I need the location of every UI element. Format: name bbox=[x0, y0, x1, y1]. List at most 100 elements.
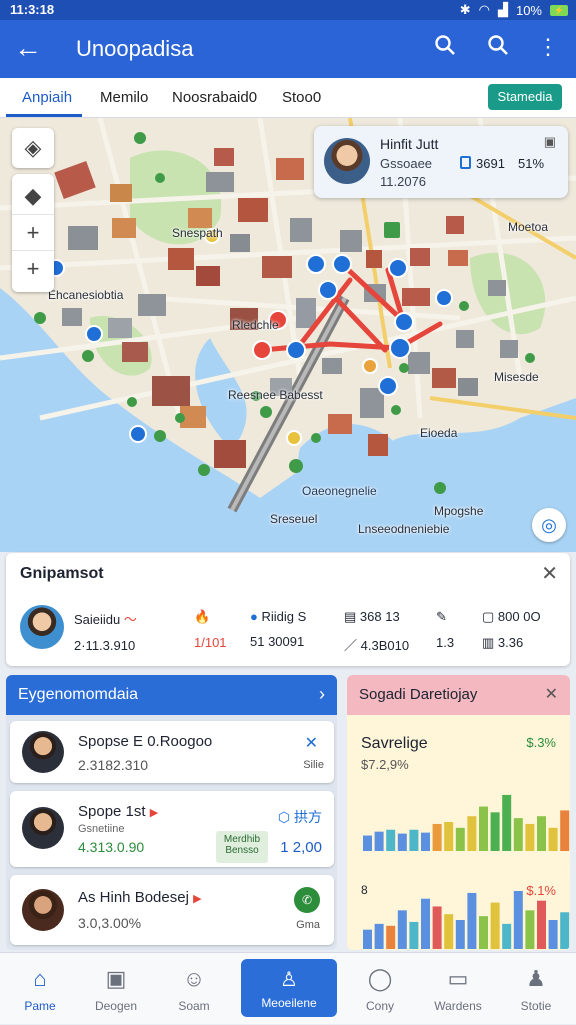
list-item-action[interactable]: Silie bbox=[303, 759, 324, 771]
map-label: Reesnee Babesst bbox=[228, 388, 323, 402]
nav-item-deogen[interactable]: ▣ Deogen bbox=[80, 953, 152, 1025]
list-item[interactable]: As Hinh Bodesej ▶ 3.0,3.00% ✆ Gma bbox=[10, 875, 334, 945]
profile-line1: Gssoaee bbox=[380, 156, 433, 171]
nav-item-soam[interactable]: ☺ Soam bbox=[158, 953, 230, 1025]
signal-icon: ▟ bbox=[497, 2, 508, 17]
close-icon[interactable]: ✕ bbox=[305, 733, 318, 753]
search-icon[interactable] bbox=[483, 34, 513, 62]
summary-stat-bottom: 1.3 bbox=[436, 635, 455, 650]
chart-bar bbox=[374, 923, 384, 949]
nav-item-wardens[interactable]: ▭ Wardens bbox=[422, 953, 494, 1025]
chart-bar bbox=[386, 829, 396, 851]
tab-anpiaih[interactable]: Anpiaih bbox=[22, 89, 72, 106]
list-item-sub: Gsnetiine bbox=[78, 823, 125, 835]
person-icon: ♟ bbox=[526, 966, 546, 991]
zoom-in-icon[interactable]: + bbox=[12, 250, 54, 286]
stamedia-button[interactable]: Stamedia bbox=[488, 84, 562, 110]
nav-item-cony[interactable]: ◯ Cony bbox=[344, 953, 416, 1025]
summary-stat: ▢ 800 0O ▥ 3.36 bbox=[482, 609, 541, 651]
back-arrow-icon[interactable]: ← bbox=[14, 32, 42, 64]
user-icon: ♙ bbox=[280, 969, 298, 991]
chart-bar bbox=[490, 902, 500, 949]
phone-icon bbox=[460, 156, 471, 169]
summary-stat: 🔥 1/101 bbox=[194, 609, 227, 650]
chart-bar bbox=[525, 823, 535, 851]
nav-item-stotie[interactable]: ♟ Stotie bbox=[500, 953, 572, 1025]
bar-chart-1 bbox=[363, 794, 570, 851]
briefcase-icon[interactable]: ▣ bbox=[544, 134, 556, 150]
list-item-value: 3.0,3.00% bbox=[78, 915, 142, 931]
summary-stat-top: ● Riidig S bbox=[250, 609, 307, 624]
note-icon: ▢ bbox=[482, 609, 495, 624]
list-item[interactable]: Spopse E 0.Roogoo 2.3182.310 ✕ Silie bbox=[10, 721, 334, 783]
chart-bar bbox=[409, 829, 419, 851]
chart-bar bbox=[467, 816, 477, 851]
chart-bar bbox=[548, 827, 558, 851]
summary-stat: Saieiidu 〜 2·11.3.910 bbox=[74, 609, 137, 653]
summary-stat-top: ▢ 800 0O bbox=[482, 609, 541, 624]
profile-stat-label: 3691 bbox=[476, 156, 505, 171]
chart-bar bbox=[374, 831, 384, 851]
chart-card: Savrelige $7.2,9% $.3% bbox=[347, 715, 570, 867]
summary-stat: ▤ 368 13 ／ 4.3B010 bbox=[344, 609, 409, 654]
chart-bar bbox=[455, 827, 465, 851]
nav-item-meoeilene[interactable]: ♙ Meoeilene bbox=[241, 959, 337, 1017]
map-zoom-controls: ◆ + + bbox=[12, 174, 54, 292]
nav-label: Soam bbox=[178, 999, 210, 1013]
people-icon: ☺ bbox=[182, 966, 206, 991]
locate-me-icon[interactable]: ◎ bbox=[532, 508, 566, 542]
nav-label: Wardens bbox=[434, 999, 482, 1013]
close-icon[interactable]: ✕ bbox=[541, 561, 558, 586]
document-icon: ▤ bbox=[344, 609, 357, 624]
chart-card: 8 $.1% bbox=[347, 873, 570, 950]
home-icon: ⌂ bbox=[33, 966, 47, 991]
battery-icon: ⚡ bbox=[550, 4, 568, 16]
nav-label: Stotie bbox=[520, 999, 552, 1013]
chart-bar bbox=[432, 906, 442, 949]
compass-icon[interactable]: ◆ bbox=[12, 178, 54, 214]
profile-name: Hinfit Jutt bbox=[380, 136, 439, 152]
chart-bar bbox=[560, 912, 570, 949]
chart-bar bbox=[421, 898, 430, 949]
summary-title: Gnipamsot bbox=[20, 565, 104, 582]
avatar bbox=[20, 605, 64, 649]
map-label: Eioeda bbox=[420, 426, 458, 440]
profile-card[interactable]: Hinfit Jutt Gssoaee 11.2076 3691 51% ▣ bbox=[314, 126, 568, 198]
call-icon[interactable]: ✆ bbox=[294, 887, 320, 913]
search-icon[interactable] bbox=[430, 34, 460, 62]
profile-stat-value: 51% bbox=[518, 156, 545, 171]
tab-stoo[interactable]: Stoo0 bbox=[282, 89, 321, 106]
chart-bar bbox=[479, 916, 488, 949]
chart-bar bbox=[397, 910, 407, 949]
play-icon: ▶ bbox=[193, 893, 202, 905]
app-title: Unoopadisa bbox=[76, 36, 194, 61]
list-item-name: Spopse E 0.Roogoo bbox=[78, 733, 213, 750]
bluetooth-icon: ✱ bbox=[459, 2, 471, 17]
chart-bar bbox=[502, 923, 512, 949]
app-bar: ← Unoopadisa ⋮ bbox=[0, 20, 576, 78]
nav-label: Deogen bbox=[94, 999, 138, 1013]
chart-bar bbox=[409, 921, 419, 949]
close-icon[interactable]: ✕ bbox=[545, 684, 558, 704]
tab-memilo[interactable]: Memilo bbox=[100, 89, 148, 106]
tab-noosrabaid[interactable]: Noosrabaid0 bbox=[172, 89, 257, 106]
list-panel-header[interactable]: Eygenomomdaia › bbox=[6, 675, 337, 715]
list-item[interactable]: Spope 1st ▶ Gsnetiine 4.313.0.90 Merdhib… bbox=[10, 791, 334, 867]
status-bar: 11:3:18 ✱ ◠ ▟ 10% ⚡ bbox=[0, 0, 576, 20]
nav-item-pame[interactable]: ⌂ Pame bbox=[4, 953, 76, 1025]
layers-icon[interactable]: ◈ bbox=[12, 128, 54, 168]
status-time: 11:3:18 bbox=[10, 2, 55, 17]
list-item-action[interactable]: Gma bbox=[296, 919, 320, 931]
chart-bar bbox=[525, 910, 535, 949]
avatar bbox=[324, 138, 370, 184]
summary-stat-bottom: ／ 4.3B010 bbox=[344, 638, 410, 653]
more-vert-icon[interactable]: ⋮ bbox=[533, 34, 563, 60]
chart-bar bbox=[479, 806, 488, 851]
map-label: Lnseeodneniebie bbox=[358, 522, 450, 536]
nav-label: Meoeilene bbox=[261, 996, 317, 1010]
nav-label: Cony bbox=[365, 999, 394, 1013]
chart-panel: Sogadi Daretiojay ✕ Savrelige $7.2,9% $.… bbox=[347, 675, 570, 950]
edit-icon: ／ bbox=[344, 638, 358, 653]
chevron-right-icon[interactable]: › bbox=[319, 684, 325, 705]
zoom-in-icon[interactable]: + bbox=[12, 214, 54, 250]
